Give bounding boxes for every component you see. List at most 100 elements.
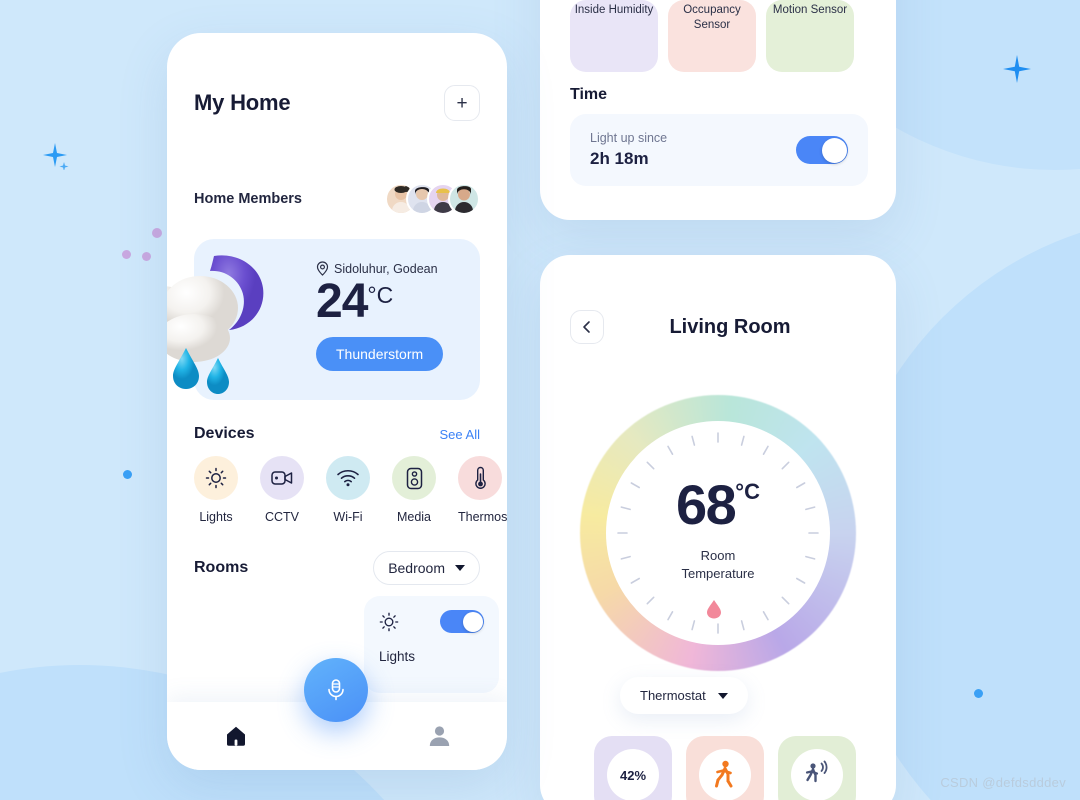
speaker-icon — [406, 467, 422, 489]
room-card-label: Lights — [379, 649, 416, 664]
home-icon — [227, 726, 245, 746]
weather-location: Sidoluhur, Godean — [334, 261, 438, 276]
sensor-chip-label: Motion Sensor — [772, 4, 848, 16]
toggle-knob — [462, 611, 483, 632]
stat-card-humidity[interactable]: 42% — [594, 736, 672, 800]
mode-select-value: Thermostat — [640, 688, 706, 703]
sensor-chip-inside-humidity[interactable]: Inside Humidity — [570, 0, 658, 72]
room-select-dropdown[interactable]: Bedroom — [373, 551, 480, 585]
room-card-top — [379, 610, 484, 633]
stat-card-icon-circle — [791, 749, 843, 800]
device-icon-wrap — [392, 456, 436, 500]
home-members-row: Home Members — [194, 183, 480, 215]
sensor-chip-occupancy-sensor[interactable]: Occupancy Sensor — [668, 0, 756, 72]
video-camera-icon — [271, 471, 293, 485]
microphone-icon — [328, 679, 344, 701]
weather-temperature-unit: °C — [367, 282, 394, 308]
walking-person-icon — [715, 760, 733, 788]
weather-temperature-value: 24 — [316, 275, 368, 328]
device-icon-wrap — [260, 456, 304, 500]
living-room-panel: Living Room 68 °C Room Temperature Therm… — [540, 255, 896, 800]
decorative-dot — [122, 250, 131, 259]
plus-icon: + — [456, 92, 468, 114]
home-header: My Home + — [194, 85, 480, 121]
decorative-dot — [142, 252, 151, 261]
chevron-left-icon — [583, 321, 590, 333]
device-label: Lights — [199, 510, 233, 524]
light-up-since-value: 2h 18m — [590, 149, 649, 168]
dial-inner-face: 68 °C Room Temperature — [606, 421, 830, 645]
device-item-media[interactable]: Media — [392, 456, 436, 524]
weather-condition-badge[interactable]: Thunderstorm — [316, 336, 444, 371]
weather-location-row: Sidoluhur, Godean — [316, 261, 443, 276]
chevron-down-icon — [455, 565, 465, 571]
sensor-chip-motion-sensor[interactable]: Motion Sensor — [766, 0, 854, 72]
add-device-button[interactable]: + — [444, 85, 480, 121]
sensors-time-panel: Inside Humidity Occupancy Sensor Motion … — [540, 0, 896, 220]
device-item-lights[interactable]: Lights — [194, 456, 238, 524]
nav-item-profile[interactable] — [428, 724, 451, 752]
sensor-chip-label: Inside Humidity — [574, 4, 654, 16]
stat-card-motion[interactable] — [778, 736, 856, 800]
home-members-label: Home Members — [194, 191, 302, 207]
sun-icon — [205, 467, 227, 489]
home-screen-phone: My Home + Home Members Sidoluhur, Godean… — [167, 33, 507, 770]
lights-toggle[interactable] — [440, 610, 484, 633]
stat-card-icon-circle — [699, 749, 751, 800]
room-select-value: Bedroom — [388, 560, 445, 576]
decorative-dot — [974, 689, 983, 698]
member-avatar-list[interactable] — [385, 183, 480, 215]
stat-card-list: 42% — [594, 736, 856, 800]
stat-card-value-circle: 42% — [607, 749, 659, 800]
rooms-section-title: Rooms — [194, 559, 249, 576]
wifi-icon — [337, 469, 359, 487]
thermometer-icon — [474, 466, 486, 489]
devices-section-title: Devices — [194, 425, 255, 442]
bottom-navigation-bar — [167, 658, 507, 770]
room-card-lights[interactable]: Lights — [364, 596, 499, 693]
device-label: Media — [396, 510, 432, 524]
device-item-thermostat[interactable]: Thermostat — [458, 456, 507, 524]
sensor-chip-label: Occupancy Sensor — [683, 4, 741, 32]
mode-select-dropdown[interactable]: Thermostat — [620, 677, 748, 714]
devices-see-all-link[interactable]: See All — [440, 427, 480, 442]
device-label: CCTV — [264, 510, 300, 524]
device-icon-wrap — [326, 456, 370, 500]
device-item-cctv[interactable]: CCTV — [260, 456, 304, 524]
device-icon-wrap — [458, 456, 502, 500]
avatar[interactable] — [448, 183, 480, 215]
device-icon-wrap — [194, 456, 238, 500]
page-title: Living Room — [669, 315, 791, 338]
sensor-chip-list: Inside Humidity Occupancy Sensor Motion … — [570, 0, 854, 72]
cloud-rain-moon-icon — [167, 255, 264, 394]
device-label: Wi-Fi — [333, 510, 363, 524]
back-button[interactable] — [570, 310, 604, 344]
rooms-section-header: Rooms Bedroom — [194, 551, 480, 585]
weather-info: Sidoluhur, Godean 24 °C Thunderstorm — [316, 261, 444, 371]
temperature-dial[interactable]: 68 °C Room Temperature — [580, 395, 856, 671]
light-up-since-label: Light up since — [590, 131, 668, 145]
motion-sensor-icon — [805, 760, 828, 783]
device-label: Thermostat — [458, 510, 507, 524]
sparkle-icon — [43, 143, 69, 170]
devices-section-header: Devices See All — [194, 425, 480, 443]
light-up-since-card: Light up since 2h 18m — [570, 114, 868, 186]
location-pin-icon — [316, 261, 329, 276]
room-card-list: Lights Bedroom Speaker — [364, 596, 507, 693]
time-section-title: Time — [570, 86, 608, 103]
sun-icon — [379, 612, 399, 631]
toggle-knob — [821, 137, 847, 163]
devices-list: Lights CCTV Wi-Fi Media Thermos — [194, 456, 507, 524]
light-up-since-text-group: Light up since 2h 18m — [590, 131, 667, 169]
device-item-wifi[interactable]: Wi-Fi — [326, 456, 370, 524]
voice-assistant-fab[interactable] — [304, 658, 368, 722]
decorative-dot — [152, 228, 162, 238]
decorative-dot — [123, 470, 132, 479]
user-icon — [429, 726, 450, 746]
light-up-toggle[interactable] — [796, 136, 848, 164]
stat-card-occupancy[interactable] — [686, 736, 764, 800]
nav-item-home[interactable] — [225, 725, 247, 752]
droplet-marker-icon — [707, 600, 721, 619]
chevron-down-icon — [717, 692, 728, 699]
home-screen-content: My Home + Home Members Sidoluhur, Godean… — [167, 33, 507, 770]
